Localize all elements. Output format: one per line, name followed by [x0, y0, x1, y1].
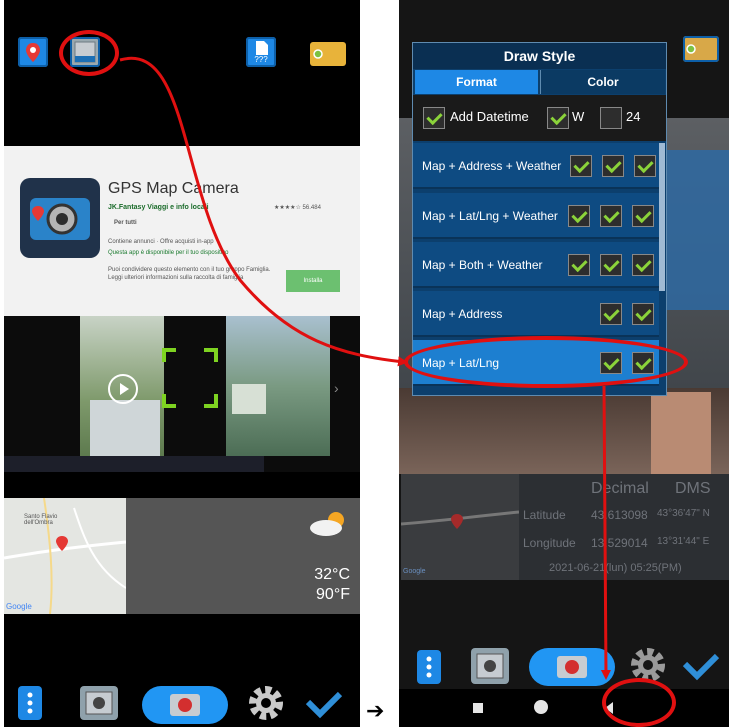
- arrow-style-to-dialog: [119, 56, 408, 367]
- annotation-arrows: [119, 56, 611, 680]
- arrow-row-to-back: [600, 385, 611, 680]
